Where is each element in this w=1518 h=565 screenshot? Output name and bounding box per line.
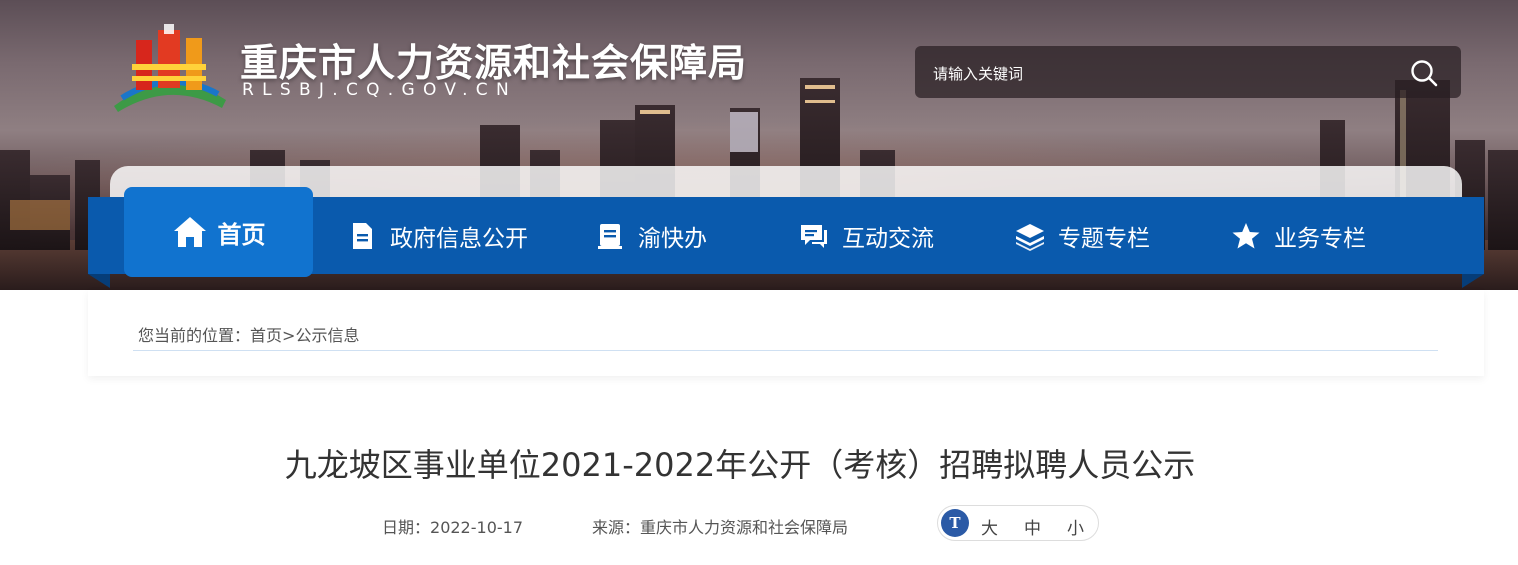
nav-item-special-topics[interactable]: 专题专栏: [1014, 197, 1150, 274]
nav-item-yukuaiban[interactable]: 渝快办: [594, 197, 707, 274]
breadcrumb-prefix: 您当前的位置：: [138, 326, 251, 345]
site-title[interactable]: 重庆市人力资源和社会保障局: [240, 32, 747, 87]
document-icon: [353, 222, 372, 249]
search-icon[interactable]: [1409, 58, 1439, 88]
font-size-medium-button[interactable]: 中: [1024, 514, 1041, 539]
nav-item-home[interactable]: 首页: [124, 187, 313, 277]
nav-item-label: 专题专栏: [1058, 225, 1150, 252]
star-icon: [1232, 222, 1260, 248]
nav-item-gov-info[interactable]: 政府信息公开: [346, 197, 528, 274]
clipboard-icon: [598, 223, 622, 249]
home-icon: [173, 217, 206, 247]
nav-item-business[interactable]: 业务专栏: [1230, 197, 1366, 274]
source-label: 来源：: [592, 518, 641, 537]
nav-item-label: 互动交流: [842, 225, 934, 252]
breadcrumb-home-link[interactable]: 首页: [250, 326, 282, 345]
article-title: 九龙坡区事业单位2021-2022年公开（考核）招聘拟聘人员公示: [284, 446, 1196, 484]
article-source: 来源：重庆市人力资源和社会保障局: [592, 514, 848, 538]
source-value: 重庆市人力资源和社会保障局: [640, 518, 849, 537]
nav-item-label: 渝快办: [638, 225, 707, 252]
font-size-small-button[interactable]: 小: [1067, 514, 1084, 539]
article-date: 日期：2022-10-17: [382, 514, 523, 538]
search-placeholder: 请输入关键词: [933, 65, 1024, 83]
search-input[interactable]: 请输入关键词: [915, 46, 1461, 98]
layers-icon: [1016, 223, 1044, 251]
breadcrumb-panel: 您当前的位置：首页>公示信息: [88, 290, 1484, 376]
font-size-control: T 大 中 小: [937, 505, 1099, 541]
date-label: 日期：: [382, 518, 431, 537]
nav-item-label: 首页: [217, 220, 266, 249]
breadcrumb-current-link[interactable]: 公示信息: [295, 326, 359, 345]
font-size-icon: T: [941, 509, 969, 537]
nav-item-label: 政府信息公开: [390, 225, 528, 252]
breadcrumb-separator: >: [282, 326, 296, 345]
breadcrumb-divider: [133, 350, 1438, 351]
breadcrumb: 您当前的位置：首页>公示信息: [138, 322, 359, 346]
date-value: 2022-10-17: [430, 518, 523, 537]
chat-icon: [801, 224, 827, 248]
nav-item-interaction[interactable]: 互动交流: [798, 197, 934, 274]
font-size-large-button[interactable]: 大: [981, 514, 998, 539]
nav-item-label: 业务专栏: [1274, 225, 1366, 252]
site-domain: RLSBJ.CQ.GOV.CN: [242, 80, 517, 100]
government-emblem-icon: [114, 24, 226, 112]
